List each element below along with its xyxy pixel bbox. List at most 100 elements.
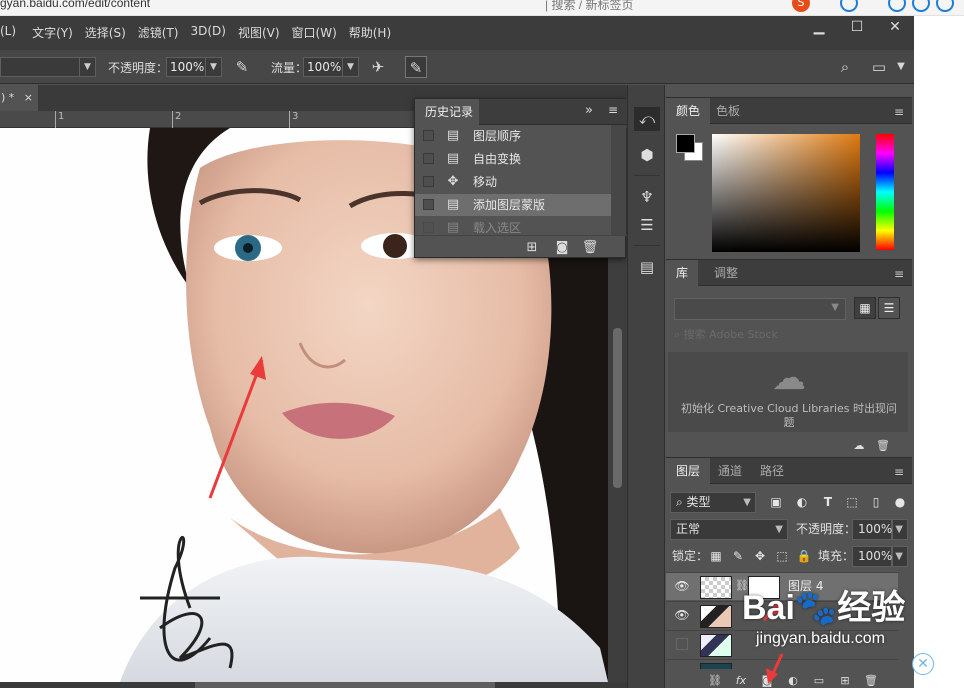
tab-layers[interactable]: 图层 xyxy=(666,458,711,484)
layer-opacity-input[interactable]: 100% xyxy=(852,519,892,540)
document-tab[interactable]: ) * × xyxy=(0,85,38,111)
menu-window[interactable]: 窗口(W) xyxy=(292,24,337,41)
history-panel-icon[interactable]: ⤺ xyxy=(634,107,660,131)
lock-all-icon[interactable]: 🔒 xyxy=(794,546,814,566)
browser-ext-icon[interactable] xyxy=(912,0,930,12)
grid-view-icon[interactable]: ▦ xyxy=(854,297,876,319)
chevron-down-icon[interactable]: ▼ xyxy=(890,56,912,78)
group-folder-icon[interactable]: ▭ xyxy=(810,672,828,688)
horizontal-scrollbar[interactable] xyxy=(0,682,627,688)
tab-adjustments[interactable]: 调整 xyxy=(704,260,748,286)
scroll-thumb[interactable] xyxy=(195,682,495,688)
pressure-size-icon[interactable]: ✎ xyxy=(405,56,427,78)
layer-thumbnail[interactable] xyxy=(700,605,732,628)
hue-slider[interactable] xyxy=(876,134,894,250)
history-row[interactable]: ▤ 载入选区 xyxy=(415,217,611,235)
fill-input[interactable]: 100% xyxy=(852,546,892,567)
layer-kind-filter[interactable]: ⌕ 类型 ▼ xyxy=(670,492,756,513)
panel-menu-icon[interactable]: ≡ xyxy=(608,103,618,117)
filter-toggle-icon[interactable]: ● xyxy=(890,492,910,512)
history-source-checkbox[interactable] xyxy=(423,176,434,187)
fx-button[interactable]: fx xyxy=(732,672,750,688)
lock-artboard-icon[interactable]: ⬚ xyxy=(772,546,792,566)
trash-icon[interactable]: 🗑 xyxy=(862,672,880,688)
close-button[interactable]: ✕ xyxy=(876,16,914,40)
snapshot-camera-icon[interactable]: ◙ xyxy=(553,239,571,257)
history-row[interactable]: ✥ 移动 xyxy=(415,171,611,193)
tab-swatches[interactable]: 色板 xyxy=(706,98,750,124)
menu-filter[interactable]: 滤镜(T) xyxy=(138,24,179,41)
foreground-color-swatch[interactable] xyxy=(676,134,695,153)
panel-menu-icon[interactable]: ≡ xyxy=(894,105,904,119)
shape-filter-icon[interactable]: ⬚ xyxy=(842,492,862,512)
chevron-down-icon[interactable]: ▼ xyxy=(80,57,96,77)
image-filter-icon[interactable]: ▣ xyxy=(766,492,786,512)
list-view-icon[interactable]: ☰ xyxy=(878,297,900,319)
maximize-button[interactable]: ☐ xyxy=(838,16,876,40)
history-row-selected[interactable]: ▤ 添加图层蒙版 xyxy=(415,194,611,216)
link-layers-icon[interactable]: ⛓ xyxy=(706,672,724,688)
adjustment-filter-icon[interactable]: ◐ xyxy=(792,492,812,512)
search-icon[interactable]: ⌕ xyxy=(834,56,856,78)
smart-object-filter-icon[interactable]: ▯ xyxy=(866,492,886,512)
tab-libraries[interactable]: 库 xyxy=(666,260,699,286)
chevron-down-icon[interactable]: ▼ xyxy=(206,57,222,77)
trash-icon[interactable]: 🗑 xyxy=(874,437,892,455)
browser-ext-icon[interactable] xyxy=(936,0,954,12)
3d-panel-icon[interactable]: ⬢ xyxy=(634,143,660,167)
opacity-dropdown[interactable]: ▼ xyxy=(892,519,908,540)
visibility-toggle[interactable] xyxy=(676,638,688,650)
history-panel-title[interactable]: 历史记录 xyxy=(415,99,479,125)
history-row[interactable]: ▤ 图层顺序 xyxy=(415,125,611,147)
pressure-opacity-icon[interactable]: ✎ xyxy=(231,56,253,78)
expand-icon[interactable]: » xyxy=(585,103,593,118)
adjustment-layer-icon[interactable]: ◐ xyxy=(784,672,802,688)
trash-icon[interactable]: 🗑 xyxy=(581,239,599,257)
close-icon[interactable]: × xyxy=(24,91,33,104)
airbrush-icon[interactable]: ✈ xyxy=(367,56,389,78)
layer-thumbnail[interactable] xyxy=(700,634,732,657)
history-source-checkbox[interactable] xyxy=(423,153,434,164)
menu-help[interactable]: 帮助(H) xyxy=(349,24,391,41)
history-scrollbar[interactable] xyxy=(611,125,626,235)
flow-input[interactable]: 100% xyxy=(303,57,343,77)
history-source-checkbox[interactable] xyxy=(423,222,434,233)
tab-color[interactable]: 颜色 xyxy=(666,98,711,124)
add-mask-icon[interactable]: ◙ xyxy=(758,672,776,688)
minimize-button[interactable]: ▁ xyxy=(800,16,838,40)
chevron-down-icon[interactable]: ▼ xyxy=(343,57,359,77)
menu-select[interactable]: 选择(S) xyxy=(85,24,126,41)
history-row[interactable]: ▤ 自由变换 xyxy=(415,148,611,170)
blend-mode-select[interactable]: 正常 ▼ xyxy=(670,519,788,540)
new-layer-icon[interactable]: ⊞ xyxy=(836,672,854,688)
lock-pixels-icon[interactable]: ✎ xyxy=(728,546,748,566)
menu-type[interactable]: 文字(Y) xyxy=(32,24,73,41)
tab-paths[interactable]: 路径 xyxy=(750,458,794,484)
history-source-checkbox[interactable] xyxy=(423,130,434,141)
brush-settings-icon[interactable]: ♆ xyxy=(634,185,660,209)
browser-search-hint[interactable]: | 搜索 / 新标签页 xyxy=(545,0,633,13)
browser-ext-icon[interactable] xyxy=(840,0,858,12)
eye-icon[interactable]: 👁 xyxy=(674,607,690,623)
fill-dropdown[interactable]: ▼ xyxy=(892,546,908,567)
properties-icon[interactable]: ☰ xyxy=(634,213,660,237)
panel-menu-icon[interactable]: ≡ xyxy=(894,465,904,479)
lock-position-icon[interactable]: ✥ xyxy=(750,546,770,566)
eye-icon[interactable]: 👁 xyxy=(674,578,690,594)
scroll-thumb[interactable] xyxy=(613,328,622,488)
menu-3d[interactable]: 3D(D) xyxy=(190,24,225,41)
close-icon[interactable]: ✕ xyxy=(912,653,934,675)
brush-preset-field[interactable] xyxy=(0,57,80,77)
menu-layer[interactable]: (L) xyxy=(0,24,16,41)
sogou-icon[interactable]: S xyxy=(792,0,810,12)
new-document-from-state-icon[interactable]: ⊞ xyxy=(523,239,541,257)
cc-sync-icon[interactable]: ☁ xyxy=(850,437,868,455)
workspace-icon[interactable]: ▭ xyxy=(868,56,890,78)
layer-thumbnail[interactable] xyxy=(700,576,732,599)
type-filter-icon[interactable]: T xyxy=(818,492,838,512)
history-source-checkbox[interactable] xyxy=(423,199,434,210)
panel-menu-icon[interactable]: ≡ xyxy=(894,267,904,281)
timeline-icon[interactable]: ▤ xyxy=(634,255,660,279)
lock-transparent-icon[interactable]: ▦ xyxy=(706,546,726,566)
library-select[interactable]: ▼ xyxy=(674,298,846,320)
